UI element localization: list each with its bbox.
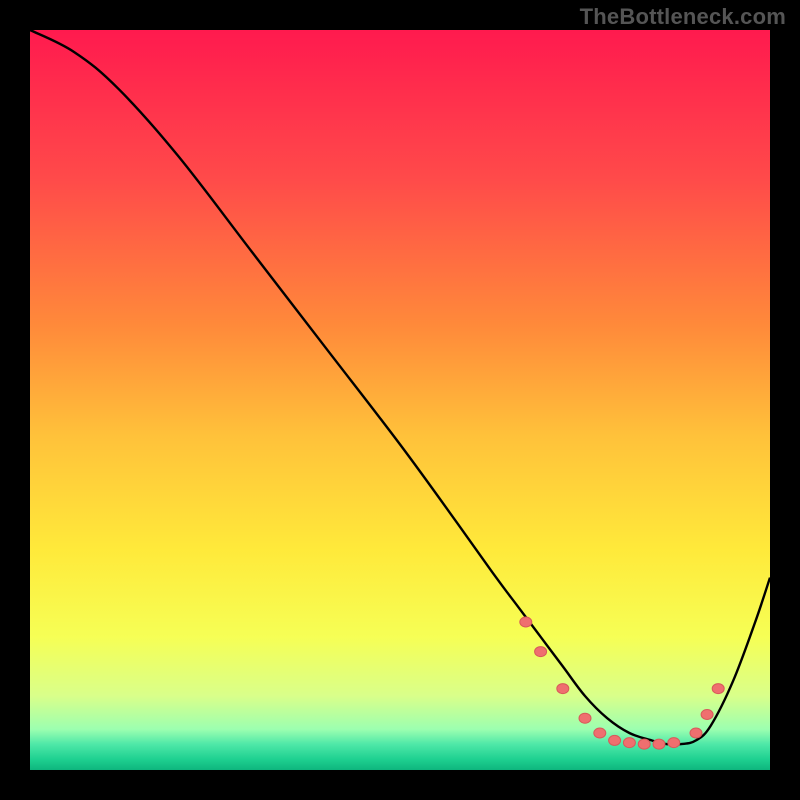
chart-marker bbox=[520, 617, 532, 627]
chart-marker bbox=[609, 735, 621, 745]
chart-marker bbox=[623, 738, 635, 748]
chart-marker bbox=[594, 728, 606, 738]
bottleneck-chart bbox=[0, 0, 800, 800]
chart-marker bbox=[638, 739, 650, 749]
chart-background bbox=[30, 30, 770, 770]
chart-marker bbox=[653, 739, 665, 749]
chart-marker bbox=[712, 684, 724, 694]
chart-marker bbox=[701, 710, 713, 720]
chart-marker bbox=[668, 738, 680, 748]
chart-marker bbox=[579, 713, 591, 723]
chart-marker bbox=[535, 647, 547, 657]
chart-marker bbox=[690, 728, 702, 738]
watermark-text: TheBottleneck.com bbox=[580, 4, 786, 30]
chart-frame: TheBottleneck.com bbox=[0, 0, 800, 800]
chart-marker bbox=[557, 684, 569, 694]
